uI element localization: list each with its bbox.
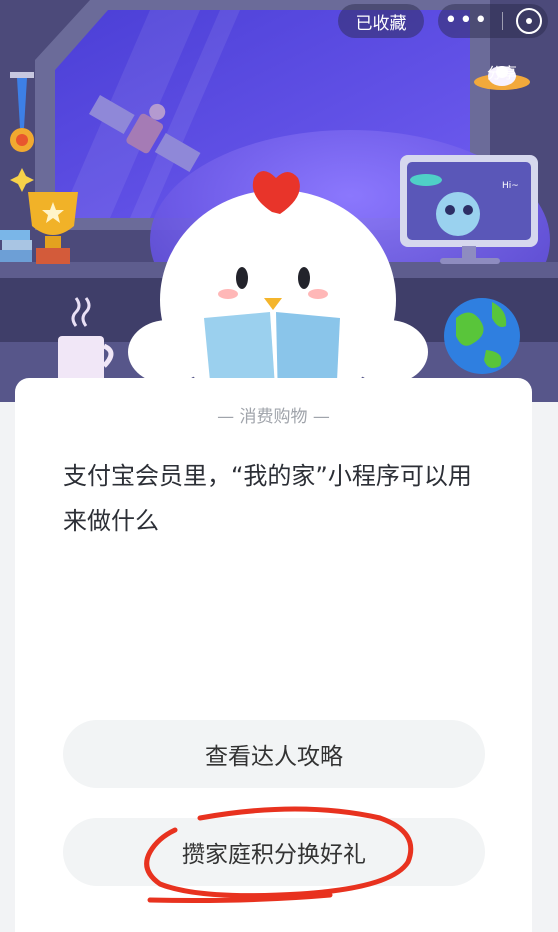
hero-illustration: Hi~ xyxy=(0,0,558,402)
answer-option-2-label: 攒家庭积分换好礼 xyxy=(182,842,366,868)
share-label: 分享 xyxy=(486,64,517,82)
capsule-menu: ••• xyxy=(438,4,548,38)
share-button[interactable]: 分享 xyxy=(472,62,532,83)
answer-option-1-label: 查看达人攻略 xyxy=(205,744,343,770)
globe-icon xyxy=(444,298,520,374)
close-icon[interactable] xyxy=(515,8,542,34)
space-room-illustration: Hi~ xyxy=(0,0,558,402)
favorite-label: 已收藏 xyxy=(355,13,407,34)
more-dots-icon[interactable]: ••• xyxy=(444,10,489,32)
answer-option-2[interactable]: 攒家庭积分换好礼 xyxy=(63,818,485,886)
bubble-text: Hi~ xyxy=(502,181,519,191)
favorite-button[interactable]: 已收藏 xyxy=(338,4,424,38)
question-text: 支付宝会员里，“我的家”小程序可以用来做什么 xyxy=(63,462,472,535)
question-category: — 消费购物 — xyxy=(217,407,330,427)
question-card: — 消费购物 — 支付宝会员里，“我的家”小程序可以用来做什么 查看达人攻略 攒… xyxy=(15,378,532,932)
capsule-divider xyxy=(501,12,503,30)
answer-option-1[interactable]: 查看达人攻略 xyxy=(63,720,485,788)
